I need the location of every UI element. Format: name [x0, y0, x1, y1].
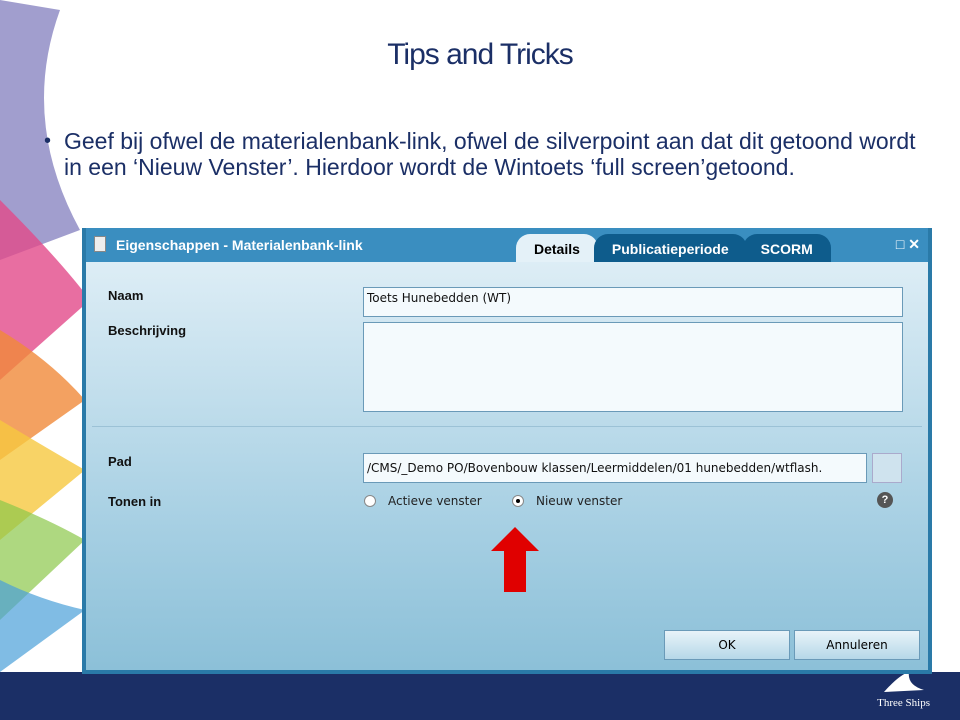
footer-band — [0, 672, 960, 720]
pad-input[interactable]: /CMS/_Demo PO/Bovenbouw klassen/Leermidd… — [363, 453, 867, 483]
radio-actieve-venster[interactable]: Actieve venster — [364, 494, 482, 508]
dialog-title: Eigenschappen - Materialenbank-link — [116, 237, 363, 253]
properties-dialog: Eigenschappen - Materialenbank-link Deta… — [82, 228, 932, 674]
radio-nieuw-venster[interactable]: Nieuw venster — [512, 494, 622, 508]
decorative-swooshes — [0, 0, 90, 672]
beschrijving-label: Beschrijving — [108, 323, 187, 338]
logo-text: Three Ships — [877, 697, 930, 709]
beschrijving-input[interactable] — [363, 322, 903, 412]
document-icon — [94, 236, 106, 252]
red-arrow-icon — [491, 527, 539, 592]
dialog-titlebar: Eigenschappen - Materialenbank-link Deta… — [86, 228, 928, 262]
close-icon[interactable]: ✕ — [908, 236, 920, 252]
radio-label: Actieve venster — [388, 494, 482, 508]
bullet-text: Geef bij ofwel de materialenbank-link, o… — [44, 128, 924, 180]
radio-selected-icon[interactable] — [512, 495, 524, 507]
tab-details[interactable]: Details — [516, 234, 598, 262]
pad-label: Pad — [108, 454, 132, 469]
help-icon[interactable]: ? — [877, 492, 893, 508]
maximize-icon[interactable]: □ — [896, 236, 904, 252]
tab-scorm[interactable]: SCORM — [742, 234, 831, 262]
tab-publicatieperiode[interactable]: Publicatieperiode — [593, 234, 747, 262]
radio-label: Nieuw venster — [536, 494, 623, 508]
tonen-in-label: Tonen in — [108, 494, 162, 509]
three-ships-logo: Three Ships — [877, 670, 930, 709]
cancel-button[interactable]: Annuleren — [794, 630, 920, 660]
naam-label: Naam — [108, 288, 144, 303]
radio-icon[interactable] — [364, 495, 376, 507]
ok-button[interactable]: OK — [664, 630, 790, 660]
slide-title: Tips and Tricks — [387, 38, 574, 71]
naam-input[interactable]: Toets Hunebedden (WT) — [363, 287, 903, 317]
window-controls[interactable]: □ ✕ — [896, 236, 920, 253]
divider — [92, 426, 922, 427]
browse-button[interactable] — [872, 453, 902, 483]
